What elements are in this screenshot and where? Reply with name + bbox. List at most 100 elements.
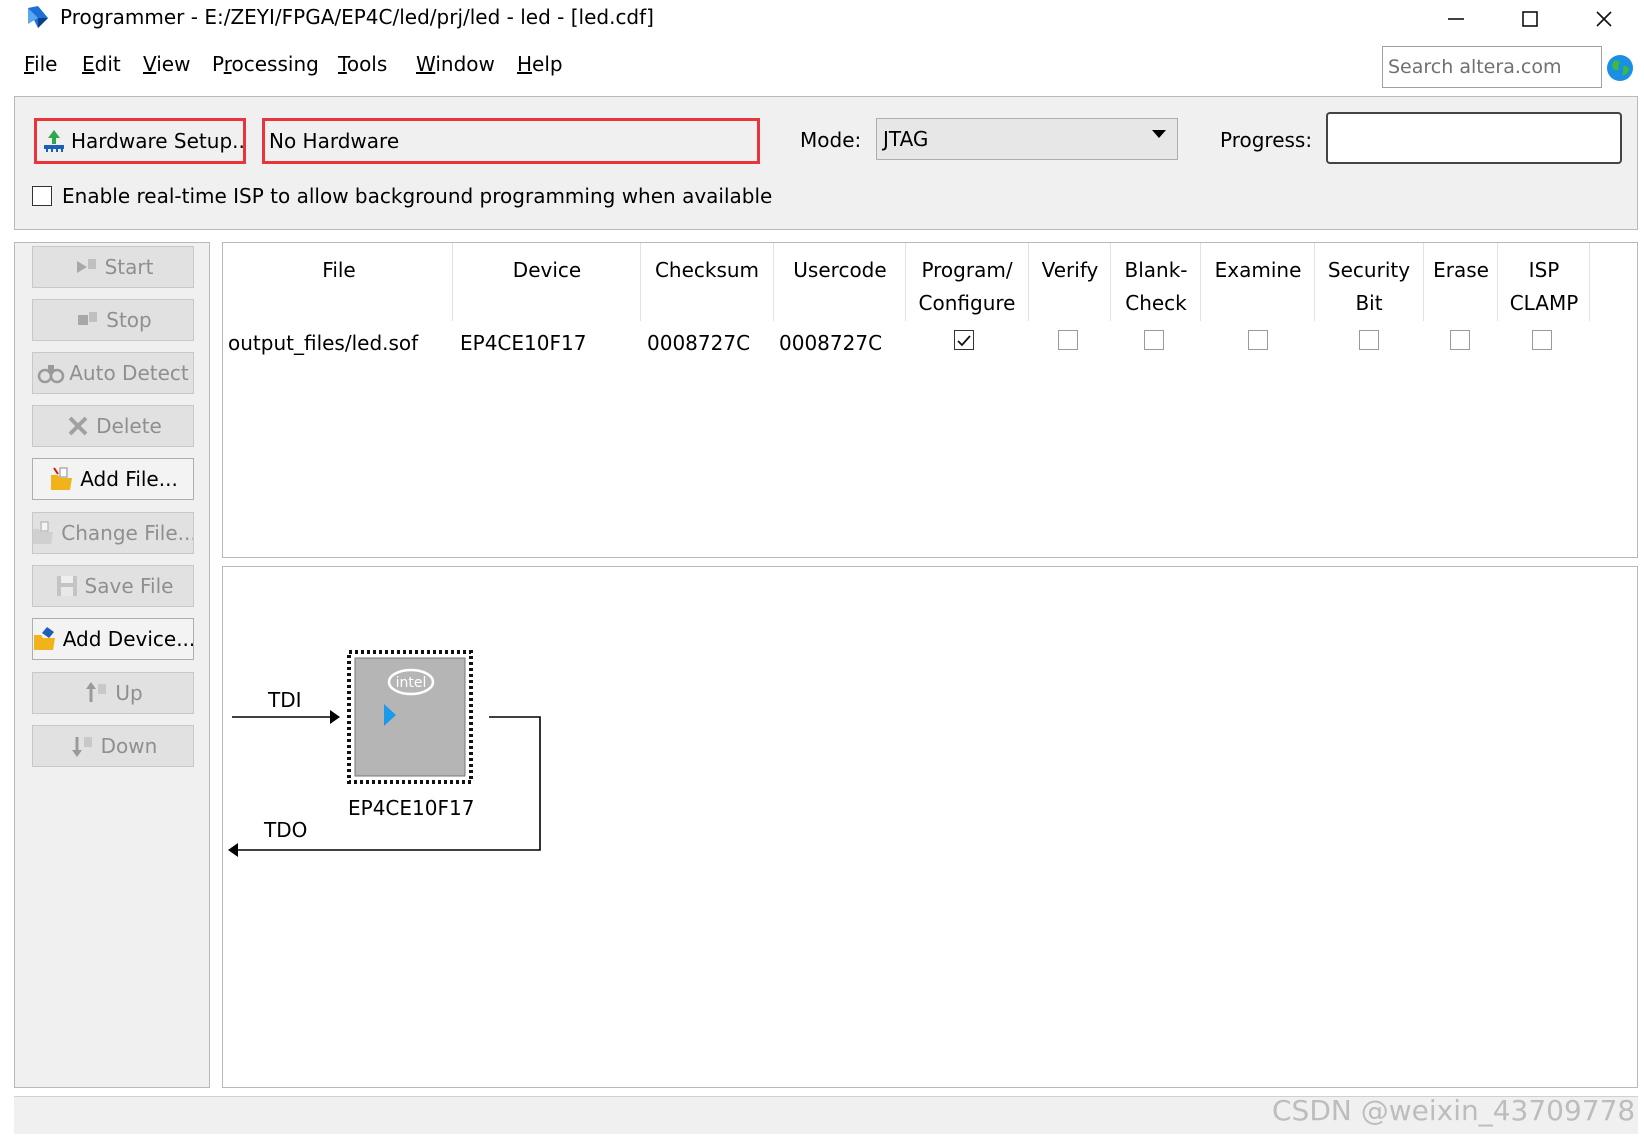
menu-view[interactable]: View [143,52,190,76]
tdi-label: TDI [268,688,302,712]
menu-edit[interactable]: Edit [82,52,121,76]
up-label: Up [115,681,143,705]
add-file-icon [48,465,76,493]
column-header-checksum[interactable]: Checksum [642,254,772,287]
stop-label: Stop [106,308,152,332]
menu-bar: File Edit View Processing Tools Window H… [0,42,1380,86]
change-file-icon [33,519,57,547]
close-button[interactable] [1574,2,1634,36]
column-divider [1589,243,1590,321]
delete-icon [64,412,92,440]
save-file-label: Save File [84,574,174,598]
column-header-erase[interactable]: Erase [1425,254,1497,287]
minimize-icon [1448,18,1464,20]
blank-check-checkbox[interactable] [1144,330,1164,350]
column-header-verify[interactable]: Verify [1030,254,1110,287]
delete-button[interactable]: Delete [32,405,194,447]
add-file-label: Add File... [80,467,178,491]
column-divider [1423,243,1424,321]
verify-checkbox[interactable] [1058,330,1078,350]
auto-detect-icon [37,359,65,387]
add-device-label: Add Device... [62,627,194,651]
column-divider [1200,243,1201,321]
isp-clamp-checkbox[interactable] [1532,330,1552,350]
cell-usercode: 0008727C [779,331,883,355]
program-configure-checkbox[interactable] [954,330,974,350]
column-divider [640,243,641,321]
up-button[interactable]: Up [32,672,194,714]
save-file-icon [53,572,81,600]
column-header-file[interactable]: File [228,254,450,287]
minimize-button[interactable] [1426,2,1486,36]
change-file-label: Change File... [61,521,194,545]
stop-button[interactable]: Stop [32,299,194,341]
add-file-button[interactable]: Add File... [32,458,194,500]
chevron-down-icon[interactable] [1152,130,1166,138]
auto-detect-button[interactable]: Auto Detect [32,352,194,394]
tdo-arrow [228,843,238,857]
security-bit-checkbox[interactable] [1359,330,1379,350]
up-icon [83,679,111,707]
chip-name-label: EP4CE10F17 [348,796,475,820]
mode-label: Mode: [800,128,862,152]
close-icon [1596,11,1612,27]
down-icon [69,732,97,760]
examine-checkbox[interactable] [1248,330,1268,350]
column-header-examine[interactable]: Examine [1202,254,1314,287]
chip-logo: intel [396,675,427,691]
cell-device[interactable]: EP4CE10F17 [460,331,586,355]
fpga-chip-icon: intel [347,650,473,784]
down-label: Down [100,734,158,758]
progress-label: Progress: [1220,128,1313,152]
hardware-setup-label: Hardware Setup... [71,129,246,153]
add-device-icon [33,625,59,653]
column-divider [1497,243,1498,321]
erase-checkbox[interactable] [1450,330,1470,350]
column-header-isp-clamp[interactable]: ISP CLAMP [1499,254,1589,320]
globe-icon[interactable] [1606,54,1634,82]
column-header-program-configure[interactable]: Program/Configure [907,254,1027,320]
isp-label: Enable real-time ISP to allow background… [62,184,773,208]
hardware-setup-icon [41,128,67,154]
start-button[interactable]: Start [32,246,194,288]
isp-checkbox[interactable] [32,186,52,206]
save-file-button[interactable]: Save File [32,565,194,607]
column-header-device[interactable]: Device [454,254,640,287]
column-header-usercode[interactable]: Usercode [775,254,905,287]
add-device-button[interactable]: Add Device... [32,618,194,660]
change-file-button[interactable]: Change File... [32,512,194,554]
hardware-setup-button[interactable]: Hardware Setup... [34,118,246,164]
start-icon [73,253,101,281]
column-header-blank-check[interactable]: Blank- Check [1112,254,1200,320]
delete-label: Delete [96,414,162,438]
watermark: CSDN @weixin_43709778 [1272,1094,1636,1127]
start-label: Start [104,255,154,279]
programmer-app-icon [24,4,52,32]
progress-bar [1326,112,1622,164]
mode-select[interactable]: JTAG [876,118,1178,160]
menu-window[interactable]: Window [416,52,495,76]
menu-processing[interactable]: Processing [212,52,319,76]
menu-tools[interactable]: Tools [338,52,387,76]
tdi-arrow [330,710,340,724]
column-divider [1314,243,1315,321]
auto-detect-label: Auto Detect [69,361,189,385]
menu-help[interactable]: Help [517,52,563,76]
maximize-button[interactable] [1500,2,1560,36]
search-input[interactable] [1382,46,1602,88]
jtag-chain-diagram: intel [228,650,541,857]
menu-file[interactable]: File [24,52,57,76]
check-icon [957,335,971,347]
column-divider [773,243,774,321]
maximize-icon [1522,11,1538,27]
current-hardware-field: No Hardware [262,118,760,164]
column-divider [452,243,453,321]
column-header-security-bit[interactable]: Security Bit [1316,254,1422,320]
column-divider [1028,243,1029,321]
column-divider [905,243,906,321]
stop-icon [74,306,102,334]
cell-file[interactable]: output_files/led.sof [228,331,418,355]
down-button[interactable]: Down [32,725,194,767]
window-title: Programmer - E:/ZEYI/FPGA/EP4C/led/prj/l… [60,5,654,29]
tdo-label: TDO [264,818,308,842]
